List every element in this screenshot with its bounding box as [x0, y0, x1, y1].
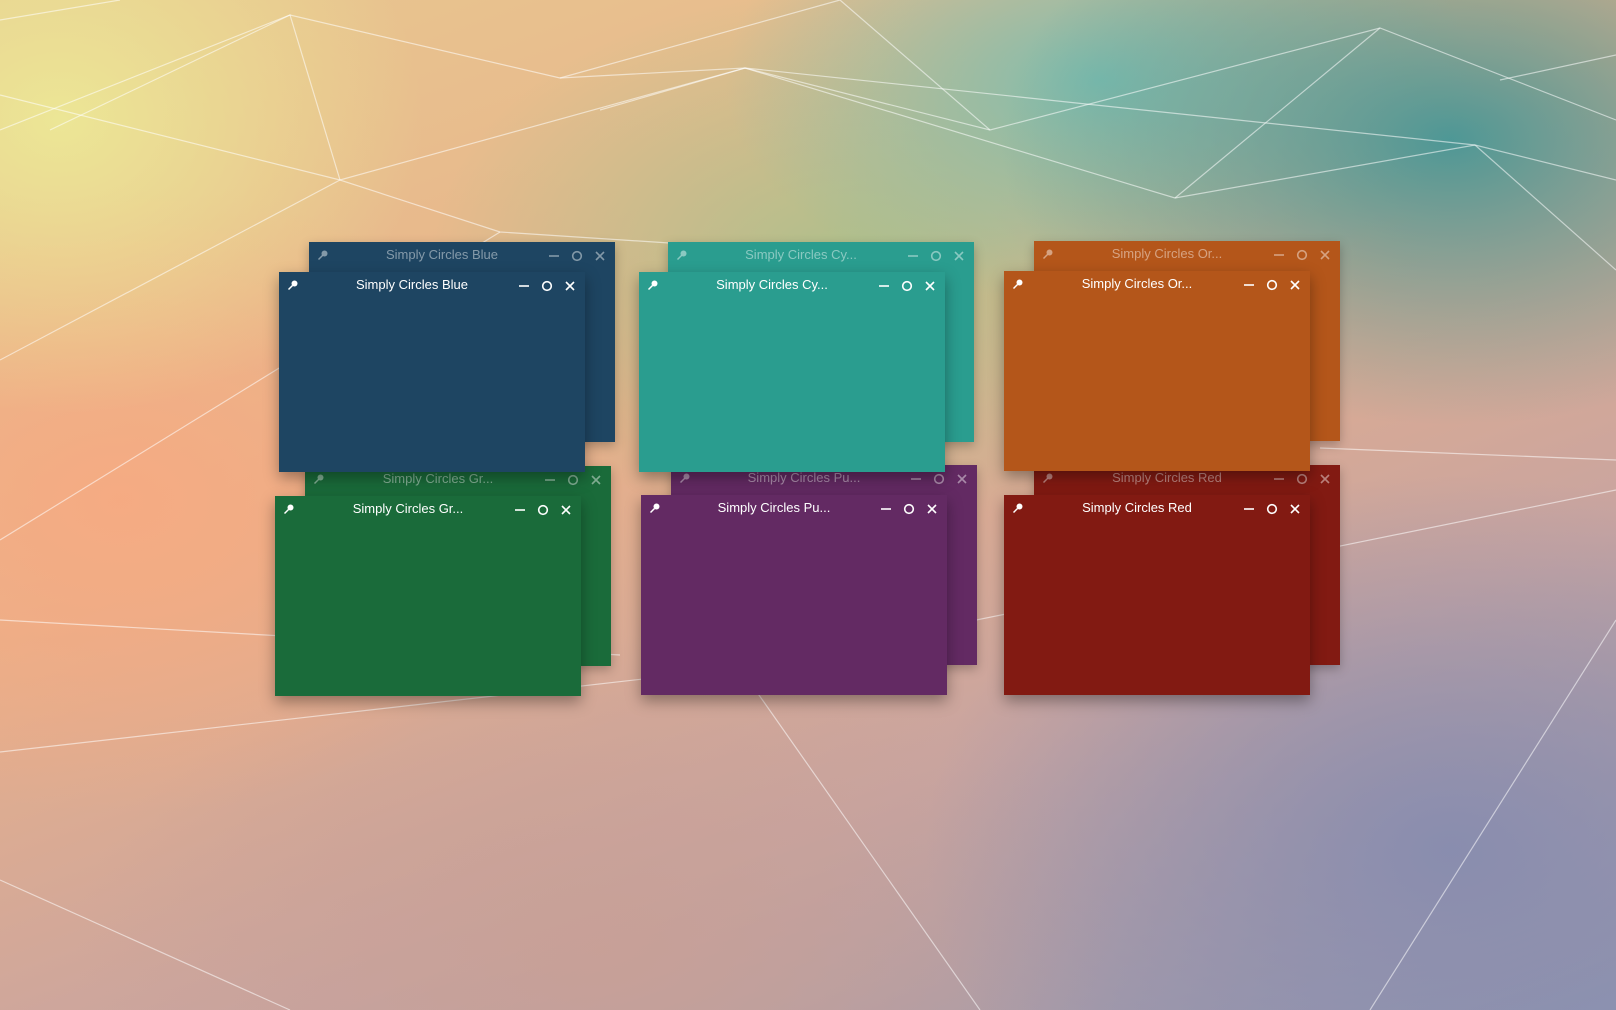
minimize-button[interactable]: [878, 501, 893, 516]
close-button[interactable]: [1317, 471, 1332, 486]
maximize-button[interactable]: [1264, 501, 1279, 516]
titlebar[interactable]: Simply Circles Or...: [1034, 241, 1340, 267]
close-icon: [1319, 473, 1330, 484]
maximize-button[interactable]: [1264, 277, 1279, 292]
close-button[interactable]: [558, 502, 573, 517]
minimize-button[interactable]: [1241, 277, 1256, 292]
minimize-icon: [907, 254, 918, 257]
close-icon: [594, 250, 605, 261]
close-button[interactable]: [951, 248, 966, 263]
maximize-button[interactable]: [928, 248, 943, 263]
minimize-icon: [1243, 283, 1254, 286]
minimize-button[interactable]: [542, 472, 557, 487]
maximize-button[interactable]: [539, 278, 554, 293]
maximize-icon: [933, 473, 944, 484]
close-icon: [924, 280, 935, 291]
maximize-icon: [1266, 503, 1277, 514]
maximize-icon: [901, 280, 912, 291]
maximize-button[interactable]: [1294, 471, 1309, 486]
maximize-icon: [930, 250, 941, 261]
window-blue-active[interactable]: Simply Circles Blue: [279, 272, 585, 472]
window-purple-active[interactable]: Simply Circles Pu...: [641, 495, 947, 695]
close-icon: [1289, 279, 1300, 290]
minimize-button[interactable]: [908, 471, 923, 486]
minimize-icon: [1273, 477, 1284, 480]
window-red-active[interactable]: Simply Circles Red: [1004, 495, 1310, 695]
close-button[interactable]: [588, 472, 603, 487]
close-button[interactable]: [1287, 277, 1302, 292]
maximize-icon: [1296, 473, 1307, 484]
desktop-wallpaper: Simply Circles Blue Simply Circles Cy...…: [0, 0, 1616, 1010]
minimize-button[interactable]: [1241, 501, 1256, 516]
minimize-icon: [1273, 253, 1284, 256]
minimize-icon: [1243, 507, 1254, 510]
titlebar[interactable]: Simply Circles Cy...: [639, 272, 945, 298]
minimize-button[interactable]: [512, 502, 527, 517]
maximize-icon: [1296, 249, 1307, 260]
maximize-icon: [537, 504, 548, 515]
close-button[interactable]: [922, 278, 937, 293]
maximize-button[interactable]: [569, 248, 584, 263]
close-icon: [956, 473, 967, 484]
titlebar[interactable]: Simply Circles Red: [1004, 495, 1310, 521]
maximize-button[interactable]: [535, 502, 550, 517]
window-cyan-active[interactable]: Simply Circles Cy...: [639, 272, 945, 472]
maximize-button[interactable]: [901, 501, 916, 516]
close-button[interactable]: [924, 501, 939, 516]
minimize-button[interactable]: [516, 278, 531, 293]
close-button[interactable]: [1317, 247, 1332, 262]
titlebar[interactable]: Simply Circles Gr...: [275, 496, 581, 522]
minimize-icon: [880, 507, 891, 510]
titlebar[interactable]: Simply Circles Blue: [309, 242, 615, 268]
close-icon: [590, 474, 601, 485]
window-green-active[interactable]: Simply Circles Gr...: [275, 496, 581, 696]
maximize-icon: [541, 280, 552, 291]
titlebar[interactable]: Simply Circles Cy...: [668, 242, 974, 268]
maximize-button[interactable]: [931, 471, 946, 486]
close-icon: [926, 503, 937, 514]
minimize-button[interactable]: [876, 278, 891, 293]
minimize-icon: [878, 284, 889, 287]
maximize-icon: [571, 250, 582, 261]
window-content: [641, 521, 947, 695]
close-icon: [564, 280, 575, 291]
minimize-icon: [518, 284, 529, 287]
minimize-button[interactable]: [1271, 247, 1286, 262]
close-icon: [1289, 503, 1300, 514]
minimize-button[interactable]: [1271, 471, 1286, 486]
titlebar[interactable]: Simply Circles Blue: [279, 272, 585, 298]
window-content: [1004, 521, 1310, 695]
minimize-icon: [544, 478, 555, 481]
maximize-button[interactable]: [899, 278, 914, 293]
window-content: [275, 522, 581, 696]
titlebar[interactable]: Simply Circles Pu...: [641, 495, 947, 521]
maximize-icon: [567, 474, 578, 485]
close-icon: [953, 250, 964, 261]
maximize-icon: [1266, 279, 1277, 290]
close-icon: [560, 504, 571, 515]
maximize-button[interactable]: [565, 472, 580, 487]
window-content: [1004, 297, 1310, 471]
maximize-icon: [903, 503, 914, 514]
close-icon: [1319, 249, 1330, 260]
minimize-icon: [910, 477, 921, 480]
maximize-button[interactable]: [1294, 247, 1309, 262]
minimize-icon: [548, 254, 559, 257]
minimize-button[interactable]: [546, 248, 561, 263]
titlebar[interactable]: Simply Circles Or...: [1004, 271, 1310, 297]
window-orange-active[interactable]: Simply Circles Or...: [1004, 271, 1310, 471]
window-content: [279, 298, 585, 472]
close-button[interactable]: [954, 471, 969, 486]
window-content: [639, 298, 945, 472]
minimize-icon: [514, 508, 525, 511]
close-button[interactable]: [592, 248, 607, 263]
minimize-button[interactable]: [905, 248, 920, 263]
close-button[interactable]: [1287, 501, 1302, 516]
close-button[interactable]: [562, 278, 577, 293]
